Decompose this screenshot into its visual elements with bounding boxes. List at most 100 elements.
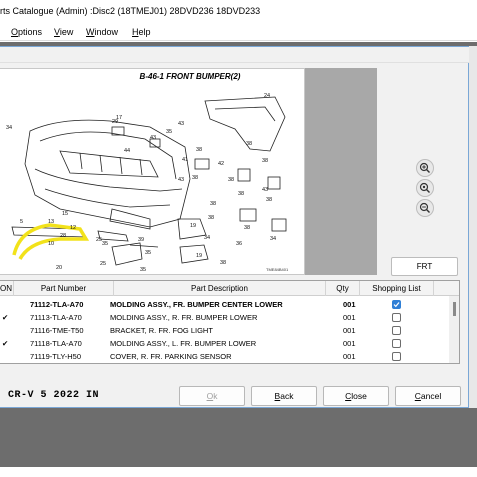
part-number: 71112-TLA-A70 [30, 300, 84, 309]
zoom-fit-icon [419, 182, 430, 193]
frt-button[interactable]: FRT [391, 257, 458, 276]
part-description: MOLDING ASSY., FR. BUMPER CENTER LOWER [110, 300, 283, 309]
table-row[interactable]: 71112-TLA-A70 MOLDING ASSY., FR. BUMPER C… [0, 298, 448, 311]
table-row[interactable]: ✔ 71113-TLA-A70 MOLDING ASSY., R. FR. BUMP… [0, 311, 448, 324]
callout-number[interactable]: 43 [150, 135, 156, 141]
on-check-mark [2, 350, 12, 363]
callout-number[interactable]: 25 [100, 261, 106, 267]
window-title-bar: rts Catalogue (Admin) :Disc2 (18TMEJ01) … [0, 0, 477, 22]
bumper-diagram: 17293443434441433525383838383824425 13152… [6, 93, 287, 273]
parts-table: ON Part Number Part Description Qty Shop… [0, 280, 460, 364]
callout-number[interactable]: 38 [220, 260, 226, 266]
callout-number[interactable]: 10 [48, 241, 54, 247]
callout-number[interactable]: 5 [20, 219, 23, 225]
on-check-mark [2, 298, 12, 311]
col-shopping-list[interactable]: Shopping List [360, 281, 434, 296]
menu-bar: Options View Window Help [0, 23, 477, 41]
illustration-side-panel [305, 68, 377, 275]
callout-number[interactable]: 38 [238, 191, 244, 197]
on-check-mark: ✔ [2, 339, 9, 348]
table-row[interactable]: ✔ 71118-TLA-A70 MOLDING ASSY., L. FR. BUMP… [0, 337, 448, 350]
callout-number[interactable]: 12 [70, 225, 76, 231]
ok-button[interactable]: Ok [179, 386, 245, 406]
shopping-list-checkbox[interactable] [392, 313, 401, 322]
callout-number[interactable]: 38 [192, 175, 198, 181]
callout-number[interactable]: 20 [56, 265, 62, 271]
callout-number[interactable]: 35 [102, 241, 108, 247]
part-number: 71116-TME-T50 [30, 326, 84, 335]
callout-number[interactable]: 29 [112, 119, 118, 125]
zoom-out-button[interactable] [416, 199, 434, 217]
part-qty: 001 [343, 339, 356, 348]
table-scrollbar[interactable] [449, 296, 459, 363]
part-qty: 001 [343, 300, 356, 309]
callout-number[interactable]: 44 [124, 148, 130, 154]
shopping-list-checkbox[interactable] [392, 339, 401, 348]
dialog-header [0, 47, 469, 63]
table-row[interactable]: 71119-TLY-H50 COVER, R. FR. PARKING SENSO… [0, 350, 448, 363]
col-part-description[interactable]: Part Description [114, 281, 326, 296]
part-description: COVER, R. FR. PARKING SENSOR [110, 352, 232, 361]
menu-options[interactable]: Options [11, 26, 42, 38]
window-title: rts Catalogue (Admin) :Disc2 (18TMEJ01) … [0, 6, 261, 16]
callout-number[interactable]: 19 [190, 223, 196, 229]
callout-number[interactable]: 38 [208, 215, 214, 221]
zoom-in-icon [419, 162, 430, 173]
back-button[interactable]: Back [251, 386, 317, 406]
callout-number[interactable]: 41 [182, 157, 188, 163]
menu-view[interactable]: View [54, 26, 73, 38]
scrollbar-thumb[interactable] [453, 302, 456, 316]
callout-number[interactable]: 34 [204, 235, 210, 241]
vehicle-model: CR-V 5 2022 IN [8, 390, 100, 401]
col-qty[interactable]: Qty [326, 281, 360, 296]
check-icon [393, 302, 400, 308]
col-part-number[interactable]: Part Number [14, 281, 114, 296]
callout-number[interactable]: 38 [246, 141, 252, 147]
col-on[interactable]: ON [0, 281, 14, 296]
bottom-strip [0, 467, 477, 477]
callout-number[interactable]: 38 [266, 197, 272, 203]
callout-number[interactable]: 35 [140, 267, 146, 273]
parts-illustration[interactable]: B-46-1 FRONT BUMPER(2) 17 29 34 43 43 44… [0, 68, 305, 275]
close-button[interactable]: Close [323, 386, 389, 406]
callout-number[interactable]: 38 [196, 147, 202, 153]
callout-number[interactable]: 43 [178, 177, 184, 183]
callout-number[interactable]: 38 [262, 158, 268, 164]
shopping-list-checkbox[interactable] [392, 352, 401, 361]
menu-help[interactable]: Help [132, 26, 151, 38]
part-description: MOLDING ASSY., R. FR. BUMPER LOWER [110, 313, 258, 322]
callout-number[interactable]: 34 [6, 125, 12, 131]
callout-number[interactable]: 19 [196, 253, 202, 259]
part-description: MOLDING ASSY., L. FR. BUMPER LOWER [110, 339, 257, 348]
cancel-button[interactable]: Cancel [395, 386, 461, 406]
callout-number[interactable]: 38 [210, 201, 216, 207]
table-row[interactable]: 71116-TME-T50 BRACKET, R. FR. FOG LIGHT 00… [0, 324, 448, 337]
callout-number[interactable]: 39 [138, 237, 144, 243]
part-number: 71118-TLA-A70 [30, 339, 82, 348]
callout-number[interactable]: 24 [264, 93, 270, 99]
callout-number[interactable]: 28 [60, 233, 66, 239]
illustration-code: TME84B401 [266, 267, 289, 272]
shopping-list-checkbox[interactable] [392, 326, 401, 335]
callout-number[interactable]: 38 [244, 225, 250, 231]
parts-dialog: B-46-1 FRONT BUMPER(2) 17 29 34 43 43 44… [0, 46, 469, 408]
part-number: 71119-TLY-H50 [30, 352, 82, 361]
menu-window[interactable]: Window [86, 26, 118, 38]
callout-number[interactable]: 42 [218, 161, 224, 167]
callout-number[interactable]: 35 [145, 250, 151, 256]
callout-number[interactable]: 36 [236, 241, 242, 247]
shopping-list-checkbox[interactable] [392, 300, 401, 309]
callout-number[interactable]: 15 [62, 211, 68, 217]
part-qty: 001 [343, 352, 356, 361]
callout-number[interactable]: 13 [48, 219, 54, 225]
callout-number[interactable]: 43 [262, 187, 268, 193]
zoom-in-button[interactable] [416, 159, 434, 177]
part-description: BRACKET, R. FR. FOG LIGHT [110, 326, 213, 335]
callout-number[interactable]: 43 [178, 121, 184, 127]
part-qty: 001 [343, 313, 356, 322]
callout-number[interactable]: 35 [166, 129, 172, 135]
callout-number[interactable]: 34 [270, 236, 276, 242]
on-check-mark [2, 324, 12, 337]
zoom-fit-button[interactable] [416, 179, 434, 197]
callout-number[interactable]: 38 [228, 177, 234, 183]
